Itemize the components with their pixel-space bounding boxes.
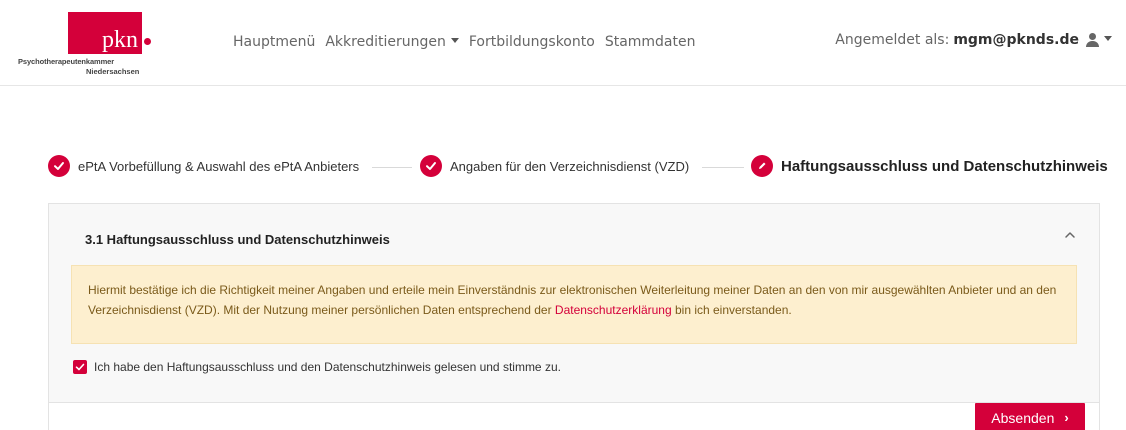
section-card: 3.1 Haftungsausschluss und Datenschutzhi…	[48, 203, 1100, 430]
user-prefix: Angemeldet als:	[835, 32, 950, 48]
card-footer: Absenden ›	[49, 402, 1099, 430]
main-nav: Hauptmenü Akkreditierungen Fortbildungsk…	[233, 34, 705, 50]
chevron-right-icon: ›	[1064, 410, 1069, 425]
nav-item-akkreditierungen-label: Akkreditierungen	[325, 34, 446, 50]
user-menu[interactable]: Angemeldet als: mgm@pknds.de	[835, 32, 1112, 48]
pencil-icon	[751, 155, 773, 177]
section-title: 3.1 Haftungsausschluss und Datenschutzhi…	[85, 232, 390, 247]
progress-stepper: ePtA Vorbefüllung & Auswahl des ePtA Anb…	[48, 155, 1108, 181]
step-3-label: Haftungsausschluss und Datenschutzhinwei…	[781, 157, 1108, 175]
step-3[interactable]: Haftungsausschluss und Datenschutzhinwei…	[751, 155, 1108, 177]
user-icon	[1085, 33, 1099, 47]
step-connector	[372, 167, 412, 168]
step-1-label: ePtA Vorbefüllung & Auswahl des ePtA Anb…	[78, 158, 360, 174]
nav-item-hauptmenue[interactable]: Hauptmenü	[233, 34, 315, 50]
step-connector	[702, 167, 744, 168]
check-icon	[420, 155, 442, 177]
consent-label[interactable]: Ich habe den Haftungsausschluss und den …	[94, 360, 561, 374]
logo-mark-text: pkn	[102, 27, 138, 53]
logo-line1: Psychotherapeutenkammer	[18, 57, 115, 66]
disclaimer-text-2: bin ich einverstanden.	[671, 303, 792, 317]
logo-dot	[144, 38, 151, 45]
disclaimer-alert: Hiermit bestätige ich die Richtigkeit me…	[71, 265, 1077, 344]
pkn-logo[interactable]: pkn Psychotherapeutenkammer Niedersachse…	[18, 12, 151, 76]
consent-row: Ich habe den Haftungsausschluss und den …	[73, 360, 561, 374]
check-icon	[48, 155, 70, 177]
user-email: mgm@pknds.de	[953, 32, 1079, 48]
consent-checkbox[interactable]	[73, 360, 87, 374]
step-2[interactable]: Angaben für den Verzeichnisdienst (VZD)	[420, 155, 689, 177]
logo-mark: pkn	[68, 12, 142, 54]
submit-label: Absenden	[991, 409, 1055, 426]
nav-item-fortbildungskonto[interactable]: Fortbildungskonto	[469, 34, 595, 50]
chevron-up-icon[interactable]	[1063, 228, 1077, 242]
privacy-policy-link[interactable]: Datenschutzerklärung	[555, 303, 672, 317]
user-caret-down-icon	[1104, 35, 1112, 41]
top-navbar: pkn Psychotherapeutenkammer Niedersachse…	[0, 0, 1126, 86]
logo-line2: Niedersachsen	[86, 67, 140, 76]
nav-item-akkreditierungen[interactable]: Akkreditierungen	[325, 34, 459, 50]
step-2-label: Angaben für den Verzeichnisdienst (VZD)	[450, 158, 690, 174]
step-1[interactable]: ePtA Vorbefüllung & Auswahl des ePtA Anb…	[48, 155, 359, 177]
nav-item-stammdaten[interactable]: Stammdaten	[605, 34, 696, 50]
submit-button[interactable]: Absenden ›	[975, 403, 1085, 430]
caret-down-icon	[450, 37, 459, 43]
